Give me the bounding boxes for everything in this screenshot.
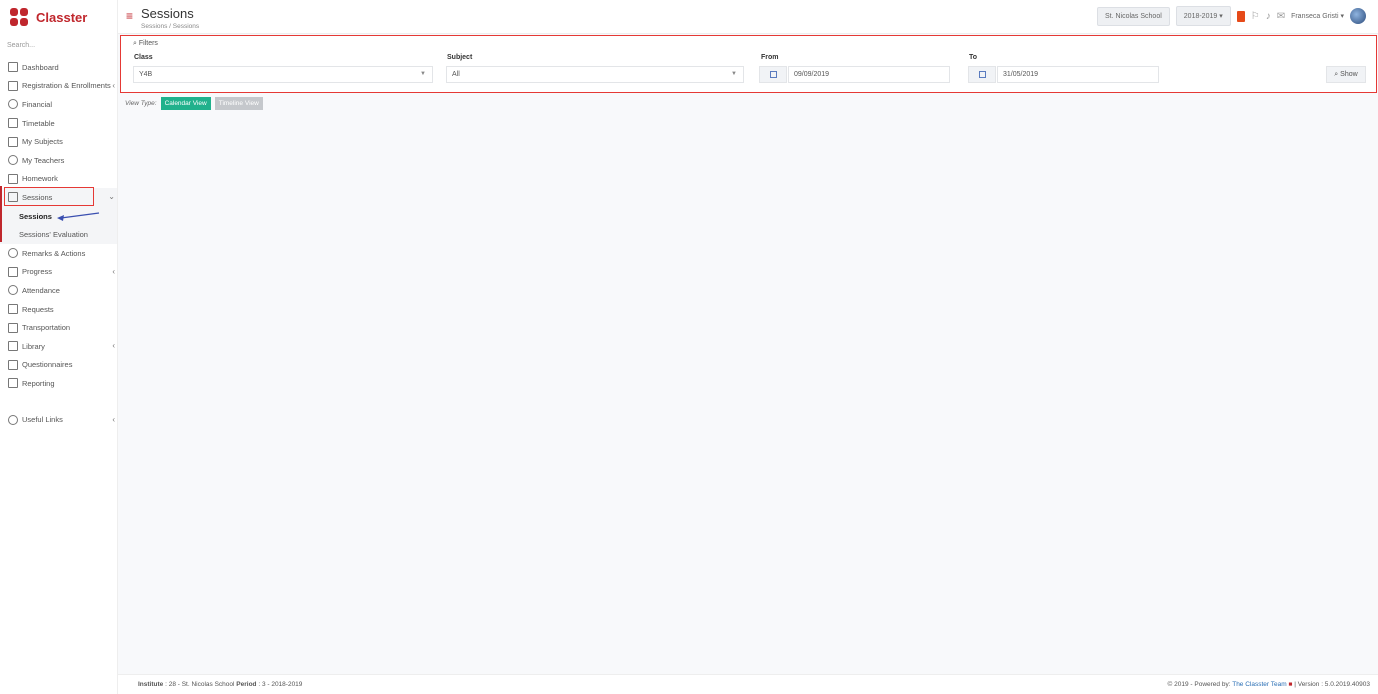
sidebar-item-attendance[interactable]: Attendance [0, 281, 117, 300]
sidebar-item-questionnaires[interactable]: Questionnaires [0, 356, 117, 375]
flag-icon[interactable]: ⚐ [1251, 11, 1260, 22]
laptop-icon [8, 62, 18, 73]
sidebar-item-financial[interactable]: Financial [0, 95, 117, 114]
sidebar-item-dashboard[interactable]: Dashboard [0, 58, 117, 77]
sidebar-item-my-teachers[interactable]: My Teachers [0, 151, 117, 170]
dropdown-arrow-icon: ▼ [731, 71, 737, 77]
sidebar-item-remarks[interactable]: Remarks & Actions [0, 244, 117, 263]
to-calendar-button[interactable] [968, 66, 996, 83]
user-menu[interactable]: Franseca Gristi ▾ [1291, 12, 1344, 20]
chevron-left-icon: ‹ [112, 80, 115, 90]
sidebar-item-transportation[interactable]: Transportation [0, 318, 117, 337]
users-icon [8, 155, 18, 166]
app-name: Classter [36, 9, 88, 25]
classter-team-link[interactable]: The Classter Team [1232, 681, 1286, 688]
footer: Institute : 28 - St. Nicolas School Peri… [118, 674, 1378, 694]
graduation-cap-icon [8, 266, 18, 277]
calendar-icon [978, 71, 986, 78]
calendar-view-button[interactable]: Calendar View [160, 97, 211, 110]
dropdown-arrow-icon: ▼ [420, 71, 426, 77]
sidebar-item-homework[interactable]: Homework [0, 170, 117, 189]
sidebar-item-reporting[interactable]: Reporting [0, 374, 117, 393]
filters-header[interactable]: ⌕ Filters [133, 40, 158, 48]
office-icon[interactable] [1236, 10, 1245, 22]
annotation-arrow-icon [57, 212, 100, 221]
sidebar-item-requests[interactable]: Requests [0, 300, 117, 319]
show-button[interactable]: ⌕ Show [1326, 66, 1366, 83]
filters-panel: ⌕ Filters Class Y4B ▼ Subject All ▼ From 0… [120, 35, 1377, 93]
subject-select[interactable]: All ▼ [446, 66, 744, 83]
sidebar-search-input[interactable]: Search... [0, 34, 117, 58]
library-icon [8, 341, 18, 352]
calendar-icon [769, 71, 777, 78]
timeline-view-button[interactable]: Timeline View [214, 97, 263, 110]
link-icon [8, 414, 18, 425]
printer-icon [8, 378, 18, 389]
logo[interactable]: Classter [0, 0, 117, 34]
school-selector[interactable]: St. Nicolas School [1096, 6, 1170, 26]
sidebar-item-progress[interactable]: Progress ‹ [0, 263, 117, 282]
from-label: From [761, 54, 779, 61]
class-select[interactable]: Y4B ▼ [133, 66, 433, 83]
subject-label: Subject [447, 54, 473, 61]
from-calendar-button[interactable] [759, 66, 787, 83]
year-selector[interactable]: 2018-2019 ▾ [1175, 6, 1231, 26]
sidebar: Classter Search... Dashboard Registratio… [0, 0, 118, 694]
menu-toggle-icon[interactable]: ≡ [126, 9, 133, 23]
footer-credits: © 2019 - Powered by: The Classter Team ■… [1167, 681, 1370, 688]
chevron-down-icon: ⌄ [108, 192, 115, 202]
money-icon [8, 99, 18, 110]
to-label: To [969, 54, 978, 61]
notification-bell-icon[interactable]: ♪ [1266, 11, 1271, 22]
from-date-input[interactable]: 09/09/2019 [788, 66, 950, 83]
classter-logo-icon [10, 8, 28, 26]
bus-icon [8, 322, 18, 333]
class-label: Class [134, 54, 153, 61]
messages-icon[interactable]: ✉ [1277, 11, 1285, 22]
chevron-left-icon: ‹ [112, 340, 115, 350]
chevron-left-icon: ‹ [112, 266, 115, 276]
building-icon [8, 80, 18, 91]
user-x-icon [8, 285, 18, 296]
calendar-icon [8, 118, 18, 129]
sidebar-item-my-subjects[interactable]: My Subjects [0, 132, 117, 151]
sidebar-subitem-sessions-evaluation[interactable]: Sessions' Evaluation [0, 225, 117, 244]
form-icon [8, 304, 18, 315]
shuffle-icon [8, 248, 18, 259]
top-bar: ≡ Sessions Sessions / Sessions St. Nicol… [118, 0, 1378, 34]
sidebar-item-registration[interactable]: Registration & Enrollments ‹ [0, 77, 117, 96]
highlight-box-sessions [4, 187, 94, 206]
sidebar-item-library[interactable]: Library ‹ [0, 337, 117, 356]
view-type-label: View Type: [125, 100, 157, 107]
page-title: Sessions [141, 6, 194, 21]
book-icon [8, 136, 18, 147]
list-icon [8, 173, 18, 184]
to-date-input[interactable]: 31/05/2019 [997, 66, 1159, 83]
sidebar-item-timetable[interactable]: Timetable [0, 114, 117, 133]
footer-institute-info: Institute : 28 - St. Nicolas School Peri… [138, 681, 303, 688]
breadcrumb: Sessions / Sessions [141, 23, 200, 30]
active-indicator [0, 186, 2, 242]
view-type-bar: View Type: Calendar View Timeline View [125, 97, 263, 110]
checkbox-icon [8, 359, 18, 370]
chevron-left-icon: ‹ [112, 414, 115, 424]
sidebar-item-useful-links[interactable]: Useful Links ‹ [0, 411, 117, 430]
classter-small-icon: ■ [1288, 681, 1293, 688]
avatar[interactable] [1350, 8, 1366, 24]
